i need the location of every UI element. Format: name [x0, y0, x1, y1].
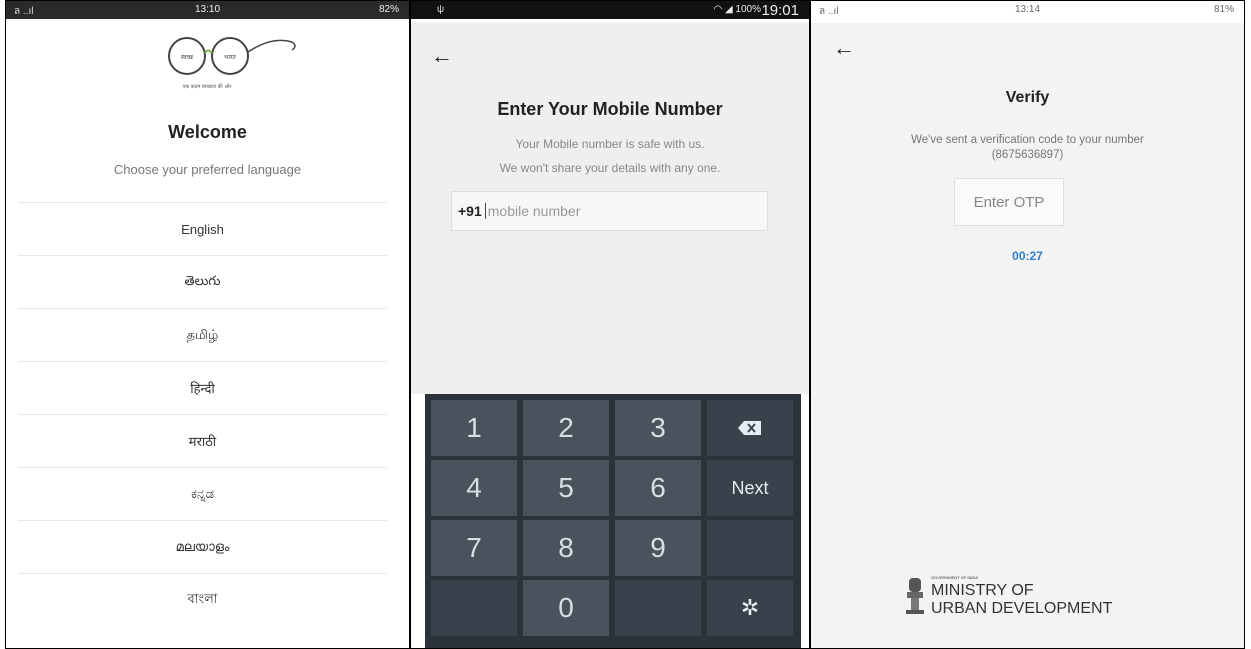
background-texture — [811, 23, 1244, 648]
ministry-line-2: URBAN DEVELOPMENT — [931, 600, 1113, 617]
verify-screen: ล ..ıl 13:14 81% ← Verify We've sent a v… — [810, 0, 1245, 649]
language-marathi[interactable]: मराठी — [18, 414, 387, 467]
svg-text:एक कदम स्वच्छता की ओर: एक कदम स्वच्छता की ओर — [183, 83, 233, 90]
verification-message: We've sent a verification code to your n… — [911, 134, 1144, 146]
status-battery: 82% — [378, 4, 399, 15]
back-arrow-icon[interactable]: ← — [833, 35, 855, 61]
status-time: 19:01 — [761, 2, 799, 19]
blank-key[interactable] — [707, 520, 793, 576]
status-battery: 81% — [1213, 4, 1234, 15]
key-2[interactable]: 2 — [523, 400, 609, 456]
backspace-icon — [738, 421, 761, 435]
mobile-number-field[interactable]: +91 mobile number — [451, 191, 768, 231]
key-8[interactable]: 8 — [523, 520, 609, 576]
gear-icon: ✲ — [740, 595, 760, 620]
key-1[interactable]: 1 — [431, 400, 517, 456]
language-prompt: Choose your preferred language — [113, 162, 302, 177]
swachh-bharat-logo: स्वच्छ भारत एक कदम स्वच्छता की ओर — [168, 37, 296, 90]
key-9[interactable]: 9 — [615, 520, 701, 576]
key-3[interactable]: 3 — [615, 400, 701, 456]
government-text: GOVERNMENT OF INDIA — [931, 575, 979, 580]
usb-icon: ψ — [437, 4, 445, 15]
language-malayalam[interactable]: മലയാളം — [18, 520, 387, 573]
page-title: Enter Your Mobile Number — [497, 99, 723, 119]
country-code: +91 — [458, 203, 482, 219]
status-time: 13:14 — [1014, 4, 1041, 15]
language-tamil[interactable]: தமிழ் — [18, 308, 387, 361]
national-emblem-icon — [906, 578, 924, 614]
key-5[interactable]: 5 — [523, 460, 609, 516]
welcome-title: Welcome — [168, 122, 247, 142]
language-telugu[interactable]: తెలుగు — [18, 255, 387, 308]
svg-text:स्वच्छ: स्वच्छ — [181, 54, 194, 61]
backspace-key[interactable] — [707, 400, 793, 456]
ministry-logo: GOVERNMENT OF INDIA MINISTRY OF URBAN DE… — [903, 572, 1123, 622]
key-6[interactable]: 6 — [615, 460, 701, 516]
key-4[interactable]: 4 — [431, 460, 517, 516]
key-0[interactable]: 0 — [523, 580, 609, 636]
text-cursor — [484, 203, 486, 219]
language-screen: ล ..ıl 13:10 82% स्वच्छ भारत एक कदम स्वच… — [5, 0, 410, 649]
privacy-text-2: We won't share your details with any one… — [499, 161, 721, 175]
otp-timer: 00:27 — [1012, 249, 1043, 263]
language-bengali[interactable]: বাংলা — [18, 573, 387, 626]
language-kannada[interactable]: ಕನ್ನಡ — [18, 467, 387, 520]
svg-text:भारत: भारत — [224, 54, 236, 61]
language-hindi[interactable]: हिन्दी — [18, 361, 387, 414]
back-arrow-icon[interactable]: ← — [431, 43, 453, 69]
status-time: 13:10 — [194, 4, 221, 15]
status-battery: 100% — [735, 4, 761, 15]
mobile-number-screen: ψ ◠ ◢ 100% 19:01 ← Enter Your Mobile Num… — [410, 0, 810, 649]
privacy-text-1: Your Mobile number is safe with us. — [515, 137, 705, 151]
blank-key-right[interactable] — [615, 580, 701, 636]
settings-key[interactable]: ✲ — [707, 580, 793, 636]
otp-field[interactable]: Enter OTP — [954, 178, 1064, 226]
page-title: Verify — [1005, 89, 1050, 106]
key-7[interactable]: 7 — [431, 520, 517, 576]
status-bar: ล ..ıl 13:10 82% — [6, 1, 409, 19]
numeric-keyboard: 1 2 3 4 5 6 Next 7 8 9 0 ✲ — [425, 394, 801, 648]
wifi-icon: ◠ ◢ — [713, 4, 733, 15]
mobile-number-placeholder: mobile number — [487, 203, 581, 219]
status-bar: ψ ◠ ◢ 100% 19:01 — [411, 1, 809, 19]
language-english[interactable]: English — [18, 202, 387, 255]
status-bar: ล ..ıl 13:14 81% — [811, 1, 1244, 19]
ministry-line-1: MINISTRY OF — [931, 582, 1034, 599]
next-key[interactable]: Next — [707, 460, 793, 516]
blank-key-left[interactable] — [431, 580, 517, 636]
phone-number-text: (8675636897) — [991, 149, 1064, 161]
language-list: English తెలుగు தமிழ் हिन्दी मराठी ಕನ್ನಡ … — [18, 202, 387, 626]
